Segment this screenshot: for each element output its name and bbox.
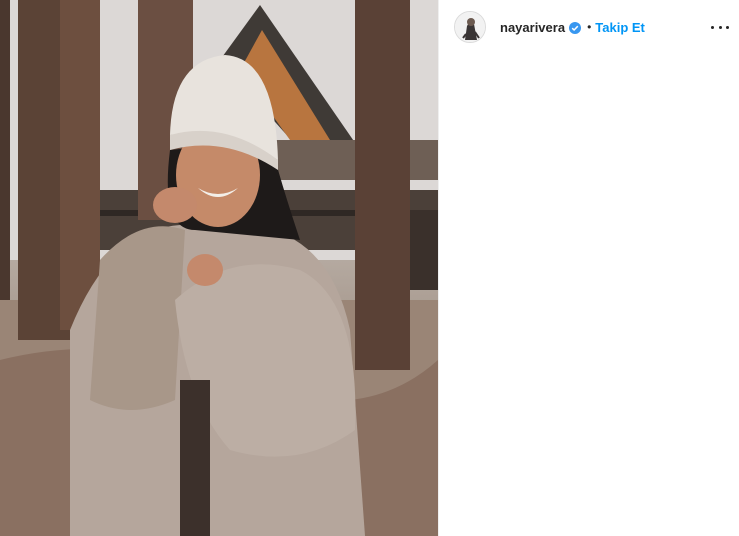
post-header: nayarivera • Takip Et (439, 0, 739, 54)
post-photo[interactable] (0, 0, 438, 536)
more-options-icon[interactable] (711, 20, 729, 34)
dot-icon (726, 25, 729, 29)
username-link[interactable]: nayarivera (500, 20, 565, 35)
dot-icon (718, 25, 722, 29)
instagram-post: nayarivera • Takip Et (0, 0, 739, 536)
follow-button[interactable]: Takip Et (595, 20, 645, 35)
dot-icon (711, 25, 714, 29)
post-photo-illustration (0, 0, 438, 536)
verified-badge-icon (569, 21, 582, 34)
post-sidebar: nayarivera • Takip Et (438, 0, 739, 536)
avatar-image (455, 12, 485, 42)
avatar[interactable] (454, 11, 486, 43)
separator-dot: • (587, 20, 592, 34)
